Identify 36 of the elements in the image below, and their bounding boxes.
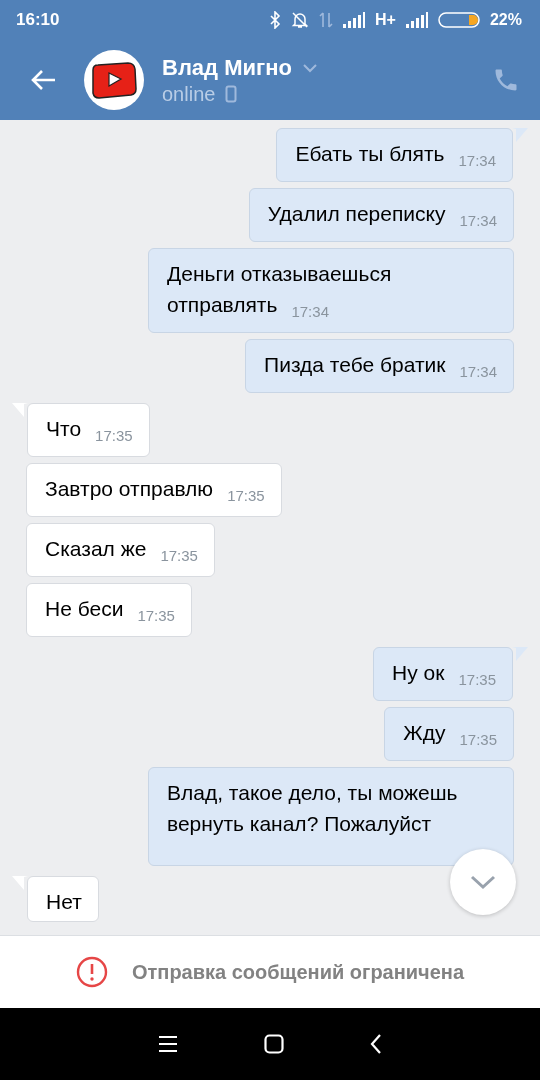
bell-off-icon <box>291 11 310 29</box>
back-arrow-icon[interactable] <box>30 69 56 91</box>
message-bubble[interactable]: Жду 17:35 <box>384 707 514 761</box>
battery-icon <box>437 11 480 29</box>
bubble-tail <box>12 876 28 890</box>
signal-icon <box>405 12 428 28</box>
home-square-icon[interactable] <box>264 1034 284 1054</box>
battery-percent: 22% <box>489 11 522 29</box>
message-bubble[interactable]: Пизда тебе братик 17:34 <box>245 339 514 393</box>
warning-icon <box>75 956 108 988</box>
restriction-text: Отправка сообщений ограничена <box>131 960 465 984</box>
message-bubble[interactable]: Завтро отправлю 17:35 <box>26 463 282 517</box>
back-chevron-icon[interactable] <box>370 1034 382 1054</box>
clock: 16:10 <box>16 10 60 30</box>
bubble-tail <box>512 128 528 142</box>
message-bubble[interactable]: Сказал же 17:35 <box>26 523 215 577</box>
online-status: online <box>162 82 216 106</box>
bubble-tail <box>12 403 28 417</box>
data-arrows-icon <box>319 11 334 29</box>
message-bubble[interactable]: Ебать ты блять 17:34 <box>276 128 513 182</box>
message-bubble[interactable]: Нет <box>27 876 99 922</box>
contact-name[interactable]: Влад Мигно <box>162 54 292 81</box>
message-bubble[interactable]: Не беси 17:35 <box>26 583 192 637</box>
menu-icon[interactable] <box>158 1035 178 1053</box>
message-bubble[interactable]: Влад, такое дело, ты можешь вернуть канал? Пожалуйст <box>148 767 514 866</box>
message-bubble[interactable]: Деньги отказываешься отправлять 17:34 <box>148 248 514 333</box>
avatar-play-icon[interactable] <box>84 50 144 110</box>
network-type: H+ <box>375 11 396 29</box>
bluetooth-icon <box>269 11 282 29</box>
message-bubble[interactable]: Ну ок 17:35 <box>373 647 513 701</box>
signal-icon <box>343 12 366 28</box>
phone-device-icon <box>225 85 238 103</box>
message-bubble[interactable]: Что 17:35 <box>27 403 150 457</box>
chevron-down-icon <box>469 874 497 890</box>
message-bubble[interactable]: Удалил переписку 17:34 <box>248 188 514 242</box>
bubble-tail <box>512 647 528 661</box>
